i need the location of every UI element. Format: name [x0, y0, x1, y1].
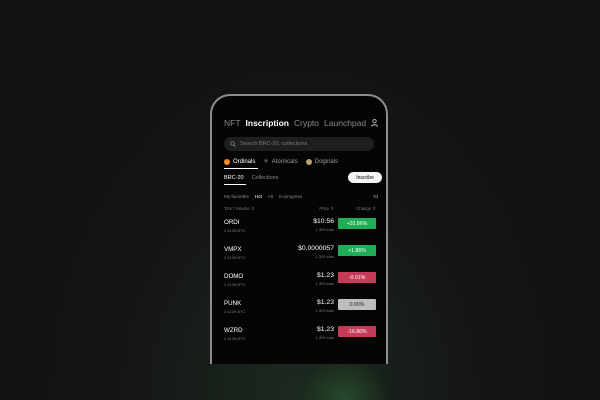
table-row[interactable]: DOMO 2.4126 BTC $1.23 1,399 sats -0.01% [224, 271, 376, 293]
token-tick: DOMO [224, 273, 244, 280]
chain-selector: Ordinals ⚛ Atomicals Doginals [224, 158, 346, 165]
period-selector[interactable]: 7d [373, 194, 378, 199]
header-change[interactable]: Change ⇕ [356, 206, 376, 212]
token-tick: PUNK [224, 300, 242, 307]
atomicals-icon: ⚛ [263, 159, 269, 165]
sub-tabs: BRC-20 Collections Inscribe [224, 172, 382, 184]
token-tick: ORDI [224, 219, 240, 226]
table-header: Tick / Volume ⇕ Price ⇕ Change ⇕ [224, 206, 376, 213]
header-price[interactable]: Price ⇕ [319, 206, 334, 212]
token-sats: 1,399 sats [315, 335, 334, 340]
chain-active-indicator [224, 168, 258, 169]
token-sats: 1,399 sats [315, 281, 334, 286]
ordinals-icon [224, 158, 230, 165]
token-volume: 2.4126 BTC [224, 309, 246, 314]
token-price: $1.23 [316, 326, 334, 333]
change-badge: -16.86% [338, 326, 376, 337]
subtab-active-indicator [224, 184, 246, 185]
doginals-icon [305, 158, 312, 165]
change-badge: -0.01% [338, 272, 376, 283]
tab-collections[interactable]: Collections [252, 175, 279, 181]
change-badge: +32.86% [338, 218, 376, 229]
search-input[interactable]: Search BRC-20, collections [224, 137, 374, 151]
chain-doginals[interactable]: Doginals [305, 158, 338, 165]
token-volume: 2.4126 BTC [224, 336, 246, 341]
tab-crypto[interactable]: Crypto [294, 118, 319, 128]
top-nav: NFT Inscription Crypto Launchpad [224, 116, 380, 130]
token-sats: 1,399 sats [315, 254, 334, 259]
phone-frame: NFT Inscription Crypto Launchpad Search … [210, 94, 388, 364]
filter-hot[interactable]: Hot [255, 194, 262, 199]
chain-atomicals[interactable]: ⚛ Atomicals [263, 158, 297, 166]
table-row[interactable]: VMPX 2.4126 BTC $0.0000057 1,399 sats +1… [224, 244, 376, 266]
table-row[interactable]: PUNK 2.4126 BTC $1.23 1,399 sats 0.00% [224, 298, 376, 320]
filter-all[interactable]: All [268, 194, 273, 199]
token-tick: VMPX [224, 246, 242, 253]
filter-bar: My favorites Hot All In-progress 7d [224, 192, 382, 200]
token-sats: 1,399 sats [315, 227, 334, 232]
header-tick[interactable]: Tick / Volume ⇕ [224, 206, 254, 212]
change-badge: +1.86% [338, 245, 376, 256]
inscribe-button[interactable]: Inscribe [348, 172, 382, 183]
filter-in-progress[interactable]: In-progress [279, 194, 302, 199]
change-badge: 0.00% [338, 299, 376, 310]
token-price: $1.23 [316, 299, 334, 306]
filter-favorites[interactable]: My favorites [224, 194, 249, 199]
chain-ordinals[interactable]: Ordinals [224, 158, 255, 165]
table-row[interactable]: WZRD 2.4126 BTC $1.23 1,399 sats -16.86% [224, 325, 376, 347]
table-row[interactable]: ORDI 2.4126 BTC $10.56 1,399 sats +32.86… [224, 217, 376, 239]
tab-inscription[interactable]: Inscription [246, 118, 289, 128]
token-volume: 2.4126 BTC [224, 255, 246, 260]
token-volume: 2.4126 BTC [224, 282, 246, 287]
user-icon[interactable] [368, 116, 380, 130]
token-volume: 2.4126 BTC [224, 228, 246, 233]
token-price: $10.56 [313, 218, 334, 225]
search-icon [230, 141, 236, 147]
token-price: $0.0000057 [298, 245, 334, 252]
token-price: $1.23 [316, 272, 334, 279]
app-screen: NFT Inscription Crypto Launchpad Search … [212, 96, 386, 364]
tab-nft[interactable]: NFT [224, 118, 241, 128]
tab-brc20[interactable]: BRC-20 [224, 175, 244, 181]
search-placeholder: Search BRC-20, collections [240, 141, 308, 147]
token-sats: 1,399 sats [315, 308, 334, 313]
tab-launchpad[interactable]: Launchpad [324, 118, 366, 128]
token-tick: WZRD [224, 327, 243, 334]
